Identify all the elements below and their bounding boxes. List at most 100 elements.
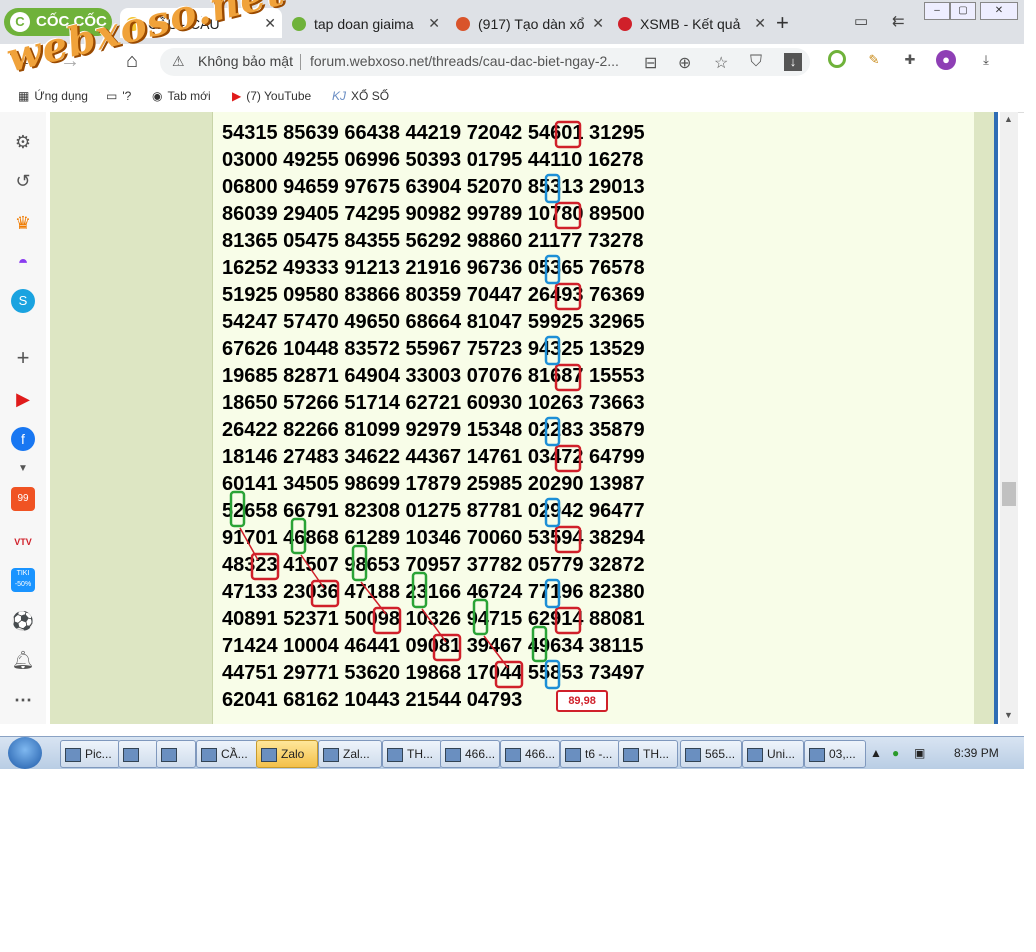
crown-icon[interactable]: ♛	[11, 211, 35, 235]
address-bar[interactable]: ⚠ Không bảo mật forum.webxoso.net/thread…	[160, 48, 810, 76]
new-tab-button[interactable]: +	[776, 10, 789, 36]
skype-icon[interactable]: S	[11, 289, 35, 313]
tray-arrow-icon[interactable]: ▲	[870, 746, 882, 760]
vtv-icon[interactable]: VTV	[11, 530, 35, 554]
more-icon[interactable]: ⋯	[11, 688, 35, 712]
taskbar-item[interactable]: Uni...	[742, 740, 804, 768]
taskbar-label: CẦ...	[221, 747, 248, 761]
taskbar-item[interactable]: 565...	[680, 740, 742, 768]
bookmarks-bar: ▦ Ứng dụng ▭ '? ◉ Tab mới ▶ (7) YouTube KJ XỔ…	[0, 80, 1024, 113]
shield-icon[interactable]: ⛉	[750, 53, 762, 71]
taskbar-item[interactable]: TH...	[382, 740, 442, 768]
bell-icon[interactable]: 🔔︎	[11, 648, 35, 672]
taskbar-item[interactable]: 03,...	[804, 740, 866, 768]
tab-label: (917) Tạo dàn xổ	[478, 16, 585, 33]
apps-grid-icon: ▦	[18, 89, 30, 103]
taskbar-item[interactable]	[156, 740, 196, 768]
app-icon	[323, 747, 339, 762]
bookmark-xoso[interactable]: KJ XỔ SỐ	[332, 89, 389, 103]
taskbar-item[interactable]: Zal...	[318, 740, 382, 768]
taskbar-item[interactable]: Pic...	[60, 740, 120, 768]
taskbar-label: Zalo	[281, 747, 305, 761]
tab-label: tap doan giaima	[314, 16, 414, 33]
result-row: 16252 49333 91213 21916 96736 05365 7657…	[222, 257, 645, 279]
download-icon[interactable]: ⤓	[976, 50, 996, 70]
globe-icon: ◉	[152, 89, 163, 103]
settings-icon[interactable]: ⚙	[11, 130, 35, 154]
app-icon	[201, 747, 217, 762]
close-window-button[interactable]: ✕	[980, 2, 1018, 20]
tab-tao-dan[interactable]: (917) Tạo dàn xổ ✕	[450, 8, 610, 38]
facebook-icon[interactable]: f	[11, 427, 35, 451]
app-icon	[261, 747, 277, 762]
zoom-icon[interactable]: ⊕	[678, 53, 691, 73]
taskbar-item[interactable]: t6 -...	[560, 740, 620, 768]
football-icon[interactable]: ⚽	[11, 609, 35, 633]
extension-icon[interactable]	[828, 50, 846, 68]
close-tab-icon[interactable]: ✕	[592, 8, 604, 38]
result-row: 54315 85639 66438 44219 72042 54601 3129…	[222, 122, 645, 144]
tray-monitor-icon[interactable]: ▣	[914, 746, 925, 760]
taskbar-label: Zal...	[343, 747, 370, 761]
chevron-down-icon[interactable]: ▼	[11, 457, 35, 481]
favicon-icon	[456, 17, 470, 32]
tray-network-icon[interactable]: ●	[892, 746, 899, 760]
screenshot-icon[interactable]: ▭	[854, 12, 868, 30]
result-row: 60141 34505 98699 17879 25985 20290 1398…	[222, 473, 645, 495]
minimize-button[interactable]: –	[924, 2, 950, 20]
close-tab-icon[interactable]: ✕	[754, 8, 766, 38]
app-icon	[809, 747, 825, 762]
taskbar-item[interactable]	[118, 740, 158, 768]
bookmark-apps[interactable]: ▦ Ứng dụng	[18, 89, 88, 103]
result-row: 86039 29405 74295 90982 99789 10780 8950…	[222, 203, 645, 225]
pencil-icon[interactable]: ✎	[864, 50, 884, 70]
url-text[interactable]: forum.webxoso.net/threads/cau-dac-biet-n…	[310, 53, 619, 69]
puzzle-icon[interactable]: ✚	[900, 50, 920, 70]
app-icon	[123, 747, 139, 762]
taskbar-item[interactable]: TH...	[618, 740, 678, 768]
tab-xsmb[interactable]: XSMB - Kết quả ✕	[612, 8, 772, 38]
favicon-icon	[618, 17, 632, 32]
bookmark-youtube[interactable]: ▶ (7) YouTube	[232, 89, 311, 103]
block-popup-icon[interactable]: ⊟	[644, 53, 657, 73]
result-row: 26422 82266 81099 92979 15348 02283 3587…	[222, 419, 645, 441]
bookmark-label: (7) YouTube	[246, 89, 312, 103]
add-icon[interactable]: +	[11, 346, 35, 370]
app-icon	[445, 747, 461, 762]
tab-tap-doan[interactable]: tap doan giaima ✕	[286, 8, 446, 38]
scroll-down-arrow[interactable]: ▼	[1004, 710, 1013, 720]
scrollbar[interactable]: ▲ ▼	[1000, 112, 1018, 724]
messenger-icon[interactable]: ◓	[11, 250, 35, 274]
scrollbar-thumb[interactable]	[1002, 482, 1016, 506]
result-row: 71424 10004 46441 09081 39467 49634 3811…	[222, 635, 644, 657]
youtube-icon[interactable]: ▶	[11, 387, 35, 411]
taskbar-item[interactable]: 466...	[500, 740, 560, 768]
scroll-up-arrow[interactable]: ▲	[1004, 114, 1013, 124]
maximize-button[interactable]: ▢	[950, 2, 976, 20]
result-row: 81365 05475 84355 56292 98860 21177 7327…	[222, 230, 644, 252]
bookmark-star-icon[interactable]: ☆	[714, 53, 728, 73]
app-icon	[505, 747, 521, 762]
taskbar-item[interactable]: 466...	[440, 740, 500, 768]
home-icon[interactable]: ⌂	[126, 50, 138, 73]
security-status: Không bảo mật	[198, 53, 293, 69]
result-row: 48323 41507 98653 70957 37782 05779 3287…	[222, 554, 645, 576]
start-button[interactable]	[8, 737, 42, 769]
app-icon	[685, 747, 701, 762]
taskbar-label: 466...	[465, 747, 496, 761]
toolbar: ← → ⌂ ⚠ Không bảo mật forum.webxoso.net/…	[0, 44, 1024, 80]
tiki-icon[interactable]: TIKI -50%	[11, 568, 35, 592]
app-icon	[747, 747, 763, 762]
bookmark-folder[interactable]: ▭ '?	[106, 89, 131, 103]
tab-search-icon[interactable]: ⇇	[892, 12, 905, 30]
download-video-icon[interactable]: ↓	[784, 53, 802, 71]
profile-avatar[interactable]: ●	[936, 50, 956, 70]
shopee-icon[interactable]: 99	[11, 487, 35, 511]
taskbar-item[interactable]: Zalo	[256, 740, 318, 768]
bookmark-new-tab[interactable]: ◉ Tab mới	[152, 89, 211, 103]
close-tab-icon[interactable]: ✕	[428, 8, 440, 38]
clock[interactable]: 8:39 PM	[954, 746, 999, 760]
bookmark-label: Tab mới	[167, 89, 211, 103]
history-icon[interactable]: ↺	[11, 169, 35, 193]
taskbar-item[interactable]: CẦ...	[196, 740, 258, 768]
